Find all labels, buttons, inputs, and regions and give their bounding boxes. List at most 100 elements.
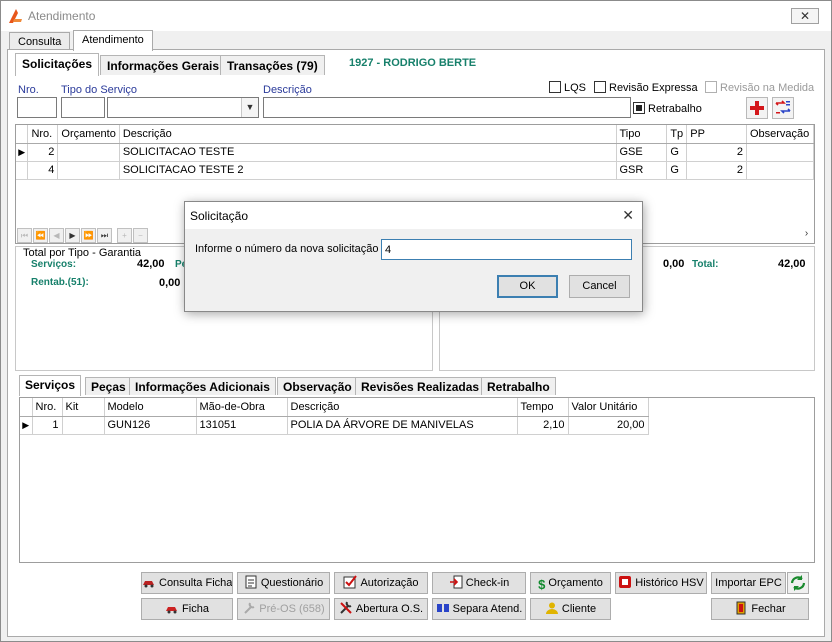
tab-observacao[interactable]: Observação (277, 377, 358, 395)
col-pp[interactable]: PP (686, 125, 747, 144)
nav-last-page-icon[interactable]: ⏭ (97, 228, 112, 243)
dialog-close-icon[interactable]: ✕ (622, 207, 634, 224)
col-descricao[interactable]: Descrição (119, 125, 617, 144)
col-valor-unitario[interactable]: Valor Unitário (568, 398, 649, 417)
col-descricao[interactable]: Descrição (287, 398, 518, 417)
window-close-button[interactable]: ✕ (791, 8, 819, 24)
tab-solicitacoes[interactable]: Solicitações (15, 53, 100, 76)
nav-insert-icon: + (117, 228, 132, 243)
cell-nro[interactable]: 1 (32, 416, 63, 435)
tab-retrabalho[interactable]: Retrabalho (481, 377, 556, 395)
col-observacao[interactable]: Observação (746, 125, 814, 144)
consulta-ficha-button[interactable]: Consulta Ficha (141, 572, 233, 594)
window-title: Atendimento (28, 9, 96, 23)
descricao-input[interactable] (263, 97, 631, 118)
nro-label: Nro. (18, 84, 39, 96)
cell-modelo[interactable]: GUN126 (104, 416, 197, 435)
cell-kit[interactable] (62, 416, 105, 435)
table-row[interactable]: ▶ 2 SOLICITACAO TESTE GSE G 2 (16, 143, 814, 162)
cell-descricao[interactable]: SOLICITACAO TESTE (119, 143, 617, 162)
scroll-right-icon[interactable]: › (799, 228, 814, 243)
cell-nro[interactable]: 2 (27, 143, 59, 162)
col-nro[interactable]: Nro. (32, 398, 63, 417)
cell-orcamento[interactable] (57, 143, 120, 162)
car-icon (166, 607, 178, 614)
col-tipo[interactable]: Tipo (616, 125, 668, 144)
col-orcamento[interactable]: Orçamento (57, 125, 120, 144)
cell-nro[interactable]: 4 (27, 161, 59, 180)
tab-atendimento[interactable]: Atendimento (73, 30, 153, 51)
rentab-label: Rentab.(51): (31, 277, 89, 288)
lqs-checkbox[interactable]: LQS (549, 81, 586, 94)
solicitacao-dialog: Solicitação ✕ Informe o número da nova s… (184, 201, 643, 312)
col-kit[interactable]: Kit (62, 398, 105, 417)
cliente-button[interactable]: Cliente (530, 598, 611, 620)
cell-pp[interactable]: 2 (686, 143, 747, 162)
table-row[interactable]: ▶ 1 GUN126 131051 POLIA DA ÁRVORE DE MAN… (20, 416, 649, 435)
check-in-button[interactable]: Check-in (432, 572, 526, 594)
retrabalho-label: Retrabalho (648, 103, 702, 115)
ficha-button[interactable]: Ficha (141, 598, 233, 620)
tab-transacoes[interactable]: Transações (79) (220, 55, 325, 75)
tab-pecas[interactable]: Peças (85, 377, 132, 395)
tab-consulta[interactable]: Consulta (9, 32, 71, 50)
fechar-button[interactable]: Fechar (711, 598, 809, 620)
add-solicitacao-button[interactable] (746, 97, 768, 119)
tab-revisoes-realizadas[interactable]: Revisões Realizadas (355, 377, 486, 395)
cell-tipo[interactable]: GSR (616, 161, 668, 180)
cell-mao-de-obra[interactable]: 131051 (196, 416, 288, 435)
cell-orcamento[interactable] (57, 161, 120, 180)
wrench-icon (244, 602, 255, 614)
cell-tipo[interactable]: GSE (616, 143, 668, 162)
col-nro[interactable]: Nro. (27, 125, 59, 144)
cell-tp[interactable]: G (666, 143, 688, 162)
col-tp[interactable]: Tp (666, 125, 688, 144)
reorder-button[interactable] (772, 97, 794, 119)
tab-informacoes-adicionais[interactable]: Informações Adicionais (129, 377, 276, 395)
cell-tempo[interactable]: 2,10 (517, 416, 569, 435)
cell-descricao[interactable]: POLIA DA ÁRVORE DE MANIVELAS (287, 416, 518, 435)
col-tempo[interactable]: Tempo (517, 398, 569, 417)
refresh-button[interactable] (787, 572, 809, 594)
tipo-servico-code-input[interactable] (61, 97, 105, 118)
importar-epc-button[interactable]: Importar EPC (711, 572, 786, 594)
revisao-expressa-checkbox[interactable]: Revisão Expressa (594, 81, 698, 94)
servicos-grid: Nro. Kit Modelo Mão-de-Obra Descrição Te… (19, 397, 815, 563)
cancel-button[interactable]: Cancel (569, 275, 630, 298)
cell-observacao[interactable] (746, 161, 814, 180)
split-icon (436, 604, 449, 612)
atendimento-window: Atendimento ✕ Consulta Atendimento Solic… (0, 0, 832, 642)
grid-header: Nro. Orçamento Descrição Tipo Tp PP Obse… (16, 125, 814, 144)
revisao-medida-label: Revisão na Medida (720, 82, 815, 94)
cell-descricao[interactable]: SOLICITACAO TESTE 2 (119, 161, 617, 180)
retrabalho-checkbox[interactable]: Retrabalho (633, 102, 702, 115)
chevron-down-icon[interactable]: ▼ (241, 98, 258, 117)
historico-hsv-button[interactable]: Histórico HSV (615, 572, 707, 594)
ok-button[interactable]: OK (497, 275, 558, 298)
tab-servicos[interactable]: Serviços (19, 375, 82, 396)
table-row[interactable]: 4 SOLICITACAO TESTE 2 GSR G 2 (16, 161, 814, 180)
nav-next-page-icon[interactable]: ⏩ (81, 228, 96, 243)
cell-tp[interactable]: G (666, 161, 688, 180)
check-in-icon (449, 575, 463, 589)
exit-door-icon (736, 601, 746, 615)
separa-atend-button[interactable]: Separa Atend. (432, 598, 526, 620)
nro-input[interactable] (17, 97, 57, 118)
pre-os-button: Pré-OS (658) (237, 598, 330, 620)
questionnaire-icon (245, 575, 257, 589)
row-indicator-icon: ▶ (20, 416, 33, 435)
cell-valor-unitario[interactable]: 20,00 (568, 416, 649, 435)
orcamento-button[interactable]: $ Orçamento (530, 572, 611, 594)
cell-observacao[interactable] (746, 143, 814, 162)
solicitacao-number-input[interactable] (381, 239, 632, 260)
autorizacao-button[interactable]: Autorização (334, 572, 428, 594)
abertura-os-button[interactable]: Abertura O.S. (334, 598, 428, 620)
questionario-button[interactable]: Questionário (237, 572, 330, 594)
rentab-value: 0,00 (159, 277, 181, 289)
nav-next-icon[interactable]: ▶ (65, 228, 80, 243)
tab-informacoes-gerais[interactable]: Informações Gerais (100, 55, 227, 75)
cell-pp[interactable]: 2 (686, 161, 747, 180)
tipo-servico-select[interactable]: ▼ (107, 97, 259, 118)
col-mao-de-obra[interactable]: Mão-de-Obra (196, 398, 288, 417)
col-modelo[interactable]: Modelo (104, 398, 197, 417)
